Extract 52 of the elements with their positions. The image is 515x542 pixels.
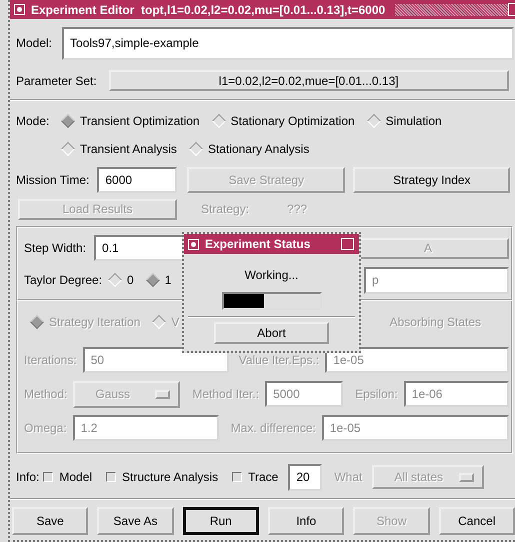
- button[interactable]: Strategy Index: [353, 167, 510, 193]
- field-label: Taylor Degree:: [24, 273, 102, 287]
- button[interactable]: Run: [182, 507, 260, 535]
- field-label: Mode:: [16, 114, 50, 128]
- button[interactable]: Save: [12, 507, 88, 535]
- field-label: Value Iter.Eps.:: [238, 353, 320, 367]
- button[interactable]: Save As: [97, 507, 174, 535]
- field-label: Info:: [16, 470, 40, 484]
- field-label: Strategy Iteration: [49, 315, 140, 329]
- field-label: Method:: [24, 387, 68, 401]
- field-label: Model: [59, 470, 92, 484]
- field-label: V: [171, 315, 180, 329]
- status-message: Working...: [244, 268, 300, 284]
- field-label: Iterations:: [24, 353, 77, 367]
- input-field[interactable]: 20: [288, 464, 322, 490]
- input-field[interactable]: 6000: [97, 167, 178, 193]
- maximize-icon[interactable]: [341, 238, 354, 250]
- button[interactable]: Cancel: [438, 507, 515, 535]
- field-label: Simulation: [386, 114, 442, 128]
- field-label: Step Width:: [24, 241, 86, 255]
- field-label: Stationary Analysis: [208, 142, 310, 156]
- button[interactable]: Info: [268, 507, 344, 535]
- window-title: Experiment Status: [205, 237, 310, 251]
- checkbox[interactable]: [232, 472, 242, 482]
- field-label: Transient Optimization: [80, 114, 200, 128]
- field-label: 0: [127, 273, 134, 287]
- window-menu-icon[interactable]: [188, 238, 199, 250]
- field-label: 1: [164, 273, 172, 287]
- field-label: Stationary Optimization: [230, 114, 355, 128]
- window-title: Experiment Editor topt,l1=0.02,l2=0.02,mu=[0.01...0.13],t=6000: [31, 2, 386, 16]
- field-label: ???: [287, 202, 308, 216]
- field-label: Strategy:: [201, 202, 250, 216]
- field-label: Mission Time:: [16, 173, 90, 187]
- field-label: Method Iter.:: [192, 387, 260, 401]
- field-label: Transient Analysis: [80, 142, 177, 156]
- field-label: Structure Analysis: [122, 470, 218, 484]
- button[interactable]: Abort: [214, 322, 329, 344]
- window-menu-icon[interactable]: [14, 4, 25, 15]
- button[interactable]: l1=0.02,l2=0.02,mue=[0.01...0.13]: [108, 70, 509, 91]
- field-label: Omega:: [24, 421, 67, 435]
- dropdown-indicator-icon: [459, 472, 474, 482]
- field-label: Absorbing States: [390, 315, 481, 329]
- input-field[interactable]: Tools97,simple-example: [62, 26, 514, 60]
- field-label: Model:: [16, 36, 52, 50]
- field-label: Parameter Set:: [16, 74, 97, 88]
- field-label: Epsilon:: [355, 387, 398, 401]
- checkbox[interactable]: [106, 472, 116, 482]
- field-label: Max. difference:: [230, 421, 316, 435]
- dropdown-indicator-icon: [155, 390, 170, 398]
- checkbox[interactable]: [43, 472, 54, 482]
- field-label: What: [334, 470, 362, 484]
- field-label: Trace: [248, 470, 278, 484]
